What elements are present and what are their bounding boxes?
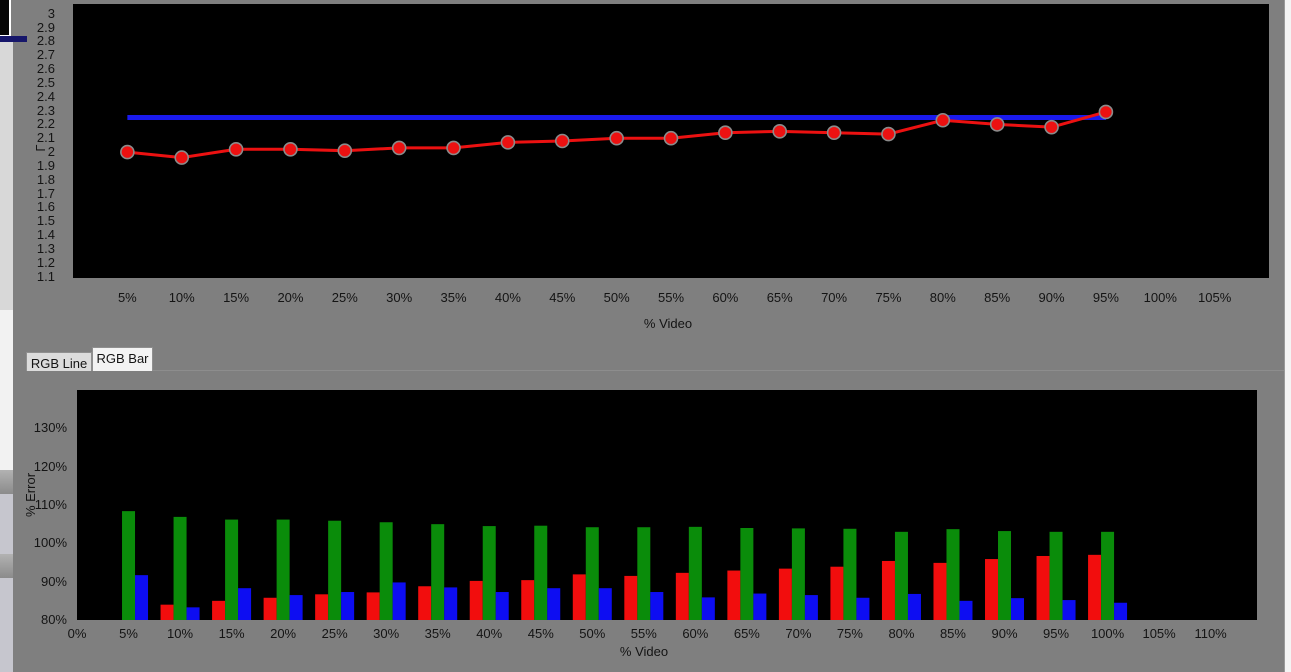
background-window-icon-fragment (0, 0, 11, 37)
x-tick-label: 75% (823, 627, 877, 641)
x-tick-label: 105% (1132, 627, 1186, 641)
x-tick-label: 10% (153, 627, 207, 641)
tab-rgb-line[interactable]: RGB Line (26, 352, 92, 371)
x-tick-label: 25% (308, 627, 362, 641)
x-tick-label: 85% (926, 627, 980, 641)
x-tick-label: 5% (102, 627, 156, 641)
measures-window: Γ 32.92.82.72.62.52.42.32.22.121.91.81.7… (0, 0, 1291, 672)
x-tick-label: 35% (411, 627, 465, 641)
x-tick-label: 30% (359, 627, 413, 641)
x-tick-label: 15% (205, 627, 259, 641)
x-tick-label: 100% (1081, 627, 1135, 641)
x-tick-label: 50% (565, 627, 619, 641)
x-tick-label: 95% (1029, 627, 1083, 641)
background-button-fragment (0, 470, 13, 494)
x-tick-label: 45% (514, 627, 568, 641)
background-button-fragment (0, 554, 13, 578)
background-panel-fragment (0, 310, 13, 470)
x-tick-label: 55% (617, 627, 671, 641)
background-panel-fragment (0, 494, 13, 554)
tab-rgb-bar[interactable]: RGB Bar (92, 347, 153, 371)
background-panel-fragment (0, 578, 13, 672)
x-tick-label: 70% (771, 627, 825, 641)
x-tick-label: 110% (1184, 627, 1238, 641)
x-tick-label: 65% (720, 627, 774, 641)
x-tick-label: 40% (462, 627, 516, 641)
error-x-axis-title: % Video (604, 644, 684, 660)
x-tick-label: 60% (668, 627, 722, 641)
x-tick-label: 0% (50, 627, 104, 641)
x-tick-label: 90% (978, 627, 1032, 641)
background-panel-fragment (0, 42, 13, 310)
x-tick-label: 80% (874, 627, 928, 641)
window-edge-strip (1284, 0, 1291, 672)
x-tick-label: 20% (256, 627, 310, 641)
error-x-axis: 0%5%10%15%20%25%30%35%40%45%50%55%60%65%… (0, 0, 1291, 672)
